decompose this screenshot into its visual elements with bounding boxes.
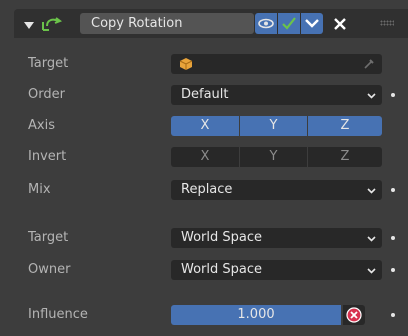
order-dropdown[interactable]: Default xyxy=(171,85,382,105)
mix-dropdown[interactable]: Replace xyxy=(171,180,382,200)
drag-grip-icon[interactable] xyxy=(380,20,394,26)
mix-value: Replace xyxy=(181,182,233,197)
chevron-down-icon[interactable] xyxy=(301,13,323,34)
chevron-down-icon xyxy=(367,93,376,99)
animate-property-dot[interactable] xyxy=(391,236,395,240)
constraint-name-field[interactable]: Copy Rotation xyxy=(80,13,254,34)
axis-toggle-group: X Y Z xyxy=(171,116,382,136)
owner-space-label: Owner xyxy=(28,262,71,277)
target-space-value: World Space xyxy=(181,230,263,245)
expand-triangle-icon[interactable] xyxy=(24,22,34,29)
target-object-field[interactable] xyxy=(171,54,382,74)
close-icon[interactable] xyxy=(330,13,350,34)
influence-slider[interactable]: 1.000 xyxy=(171,305,341,325)
remove-x-circle-icon xyxy=(346,307,362,323)
eye-icon[interactable] xyxy=(255,13,277,34)
check-icon[interactable] xyxy=(278,13,300,34)
constraint-panel: Copy Rotation Target Order Default Axis … xyxy=(14,0,408,336)
invert-toggle-group: X Y Z xyxy=(171,147,382,167)
owner-space-dropdown[interactable]: World Space xyxy=(171,260,382,280)
invert-x-toggle[interactable]: X xyxy=(171,147,239,167)
invert-z-toggle[interactable]: Z xyxy=(308,147,382,167)
animate-property-dot[interactable] xyxy=(391,313,395,317)
eyedropper-icon[interactable] xyxy=(363,58,375,70)
copy-rotation-constraint-icon xyxy=(42,17,63,31)
invert-y-toggle[interactable]: Y xyxy=(240,147,307,167)
animate-property-dot[interactable] xyxy=(391,93,395,97)
owner-space-value: World Space xyxy=(181,262,263,277)
animate-property-dot[interactable] xyxy=(391,188,395,192)
chevron-down-icon xyxy=(367,268,376,274)
target-space-dropdown[interactable]: World Space xyxy=(171,228,382,248)
chevron-down-icon xyxy=(367,188,376,194)
axis-label: Axis xyxy=(28,118,55,133)
invert-label: Invert xyxy=(28,149,67,164)
order-value: Default xyxy=(181,87,229,102)
axis-z-toggle[interactable]: Z xyxy=(308,116,382,136)
axis-y-toggle[interactable]: Y xyxy=(240,116,307,136)
axis-x-toggle[interactable]: X xyxy=(171,116,239,136)
target-space-label: Target xyxy=(28,230,69,245)
constraint-header: Copy Rotation xyxy=(14,9,408,38)
order-label: Order xyxy=(28,87,65,102)
mix-label: Mix xyxy=(28,182,51,197)
object-cube-icon xyxy=(179,58,193,70)
target-label: Target xyxy=(28,56,69,71)
disable-keep-transform-button[interactable] xyxy=(343,305,365,325)
influence-label: Influence xyxy=(28,307,88,322)
animate-property-dot[interactable] xyxy=(391,268,395,272)
chevron-down-icon xyxy=(367,236,376,242)
